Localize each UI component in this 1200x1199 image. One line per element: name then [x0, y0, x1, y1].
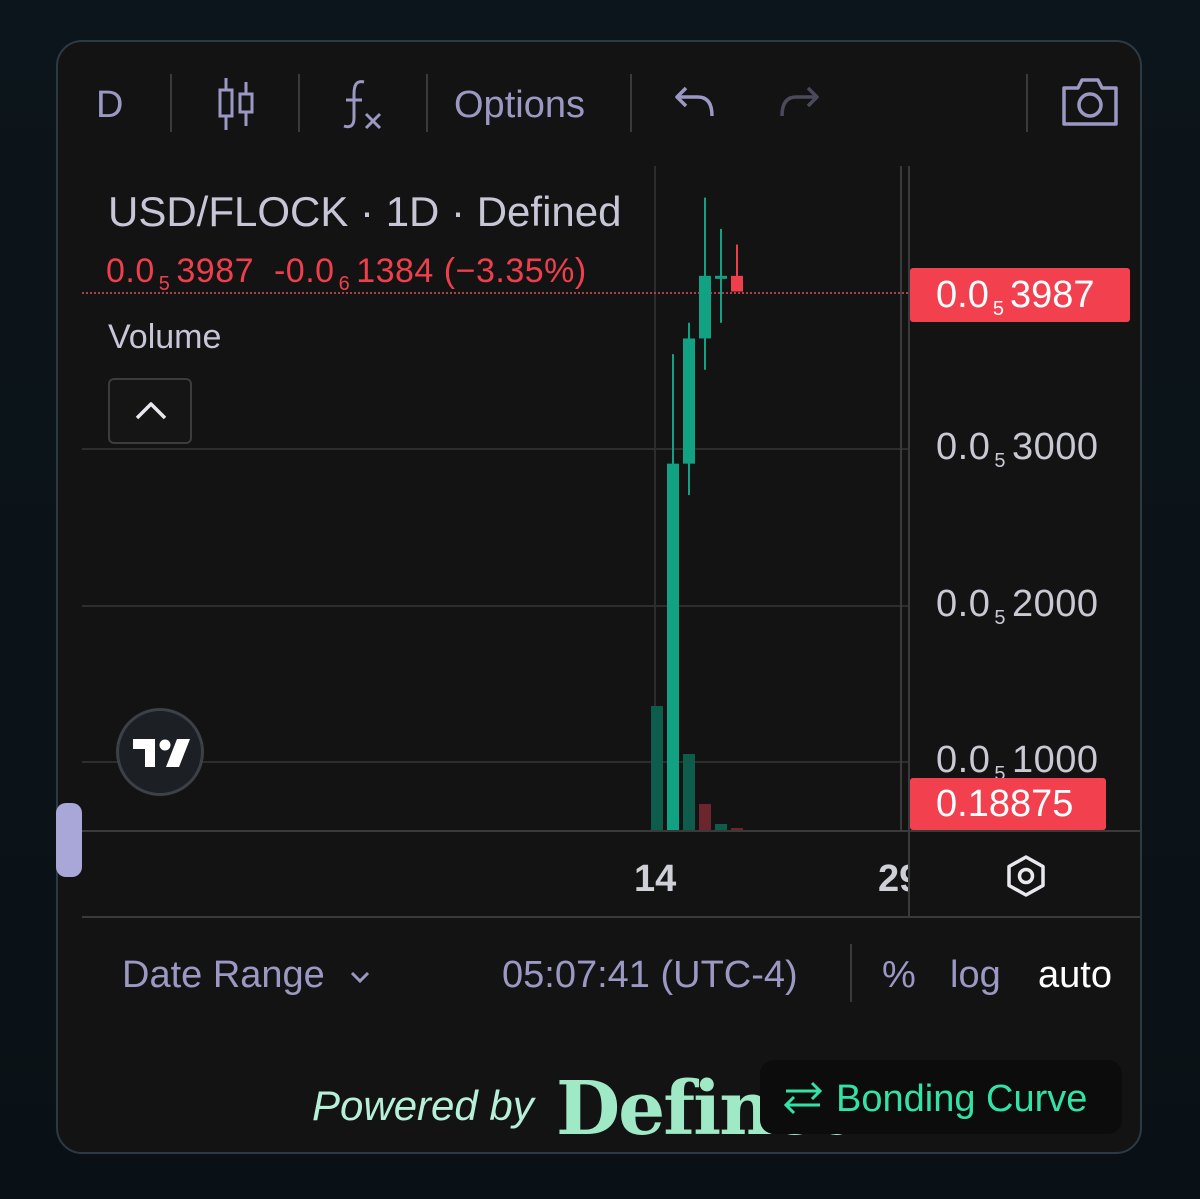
symbol-title: USD/FLOCK · 1D · Defined — [108, 188, 622, 235]
volume-tag: 0.18875 — [910, 778, 1106, 830]
candle-body — [683, 338, 695, 464]
volume-label: Volume — [108, 318, 222, 356]
tick-prefix: 0.0 — [936, 583, 991, 625]
ohlc-values: 0.0 5 3987 -0.0 6 1384 (−3.35%) — [106, 252, 587, 295]
time-label: 29 — [878, 858, 908, 900]
tick-subscript: 5 — [994, 607, 1006, 629]
tick-digits: 2000 — [1011, 583, 1099, 625]
price-tick: 0.0 5 1000 — [936, 739, 1099, 785]
tradingview-icon — [133, 739, 190, 767]
last-price-tag: 0.0 5 3987 — [910, 268, 1130, 322]
tick-prefix: 0.0 — [936, 426, 991, 468]
volume-bar — [731, 828, 743, 830]
last-price-digits: 3987 — [176, 252, 255, 290]
volume-bar — [715, 824, 727, 830]
powered-by-text: Powered by — [312, 1082, 534, 1129]
chart-widget: D Options USD/FLOCK · 1D · Defined 0.0 5… — [56, 40, 1142, 1154]
clock-readout[interactable]: 05:07:41 (UTC-4) — [502, 954, 798, 997]
volume-bar — [651, 706, 663, 830]
tag-subscript: 5 — [992, 298, 1004, 320]
date-range-label: Date Range — [122, 954, 325, 996]
bonding-curve-button[interactable]: Bonding Curve — [760, 1060, 1122, 1134]
time-label: 14 — [634, 858, 677, 900]
change-prefix: -0.0 — [273, 252, 335, 290]
last-price-subscript: 5 — [158, 273, 171, 295]
bonding-curve-label: Bonding Curve — [836, 1078, 1088, 1120]
bottom-divider — [850, 944, 852, 1002]
time-label-clip: 29 — [876, 850, 908, 910]
last-price-prefix: 0.0 — [106, 252, 155, 290]
auto-toggle[interactable]: auto — [1038, 954, 1112, 997]
candle-body — [715, 275, 727, 279]
volume-bar — [699, 804, 711, 830]
tick-subscript: 5 — [994, 450, 1006, 472]
percent-toggle[interactable]: % — [882, 954, 916, 997]
candle-body — [699, 275, 711, 339]
settings-hex-icon[interactable] — [1004, 854, 1048, 903]
bottom-bar-border — [82, 916, 1140, 918]
tradingview-logo[interactable] — [116, 708, 204, 796]
price-tick: 0.0 5 2000 — [936, 583, 1099, 629]
chevron-up-icon — [135, 402, 167, 420]
drawer-handle[interactable] — [56, 803, 82, 877]
tick-digits: 3000 — [1011, 426, 1099, 468]
log-toggle[interactable]: log — [950, 954, 1001, 997]
volume-bar — [683, 754, 695, 830]
candle-body — [731, 275, 743, 292]
tick-prefix: 0.0 — [936, 739, 991, 781]
candle-body — [667, 463, 679, 830]
change-subscript: 6 — [338, 273, 351, 295]
tick-digits: 1000 — [1011, 739, 1099, 781]
price-tick: 0.0 5 3000 — [936, 426, 1099, 472]
change-digits: 1384 (−3.35%) — [356, 252, 587, 290]
tag-prefix: 0.0 — [936, 274, 989, 316]
chevron-down-icon — [351, 971, 370, 984]
swap-arrows-icon — [783, 1081, 823, 1115]
tag-digits: 3987 — [1009, 274, 1095, 316]
collapse-legend-button[interactable] — [108, 378, 192, 444]
date-range-button[interactable]: Date Range — [122, 954, 371, 997]
